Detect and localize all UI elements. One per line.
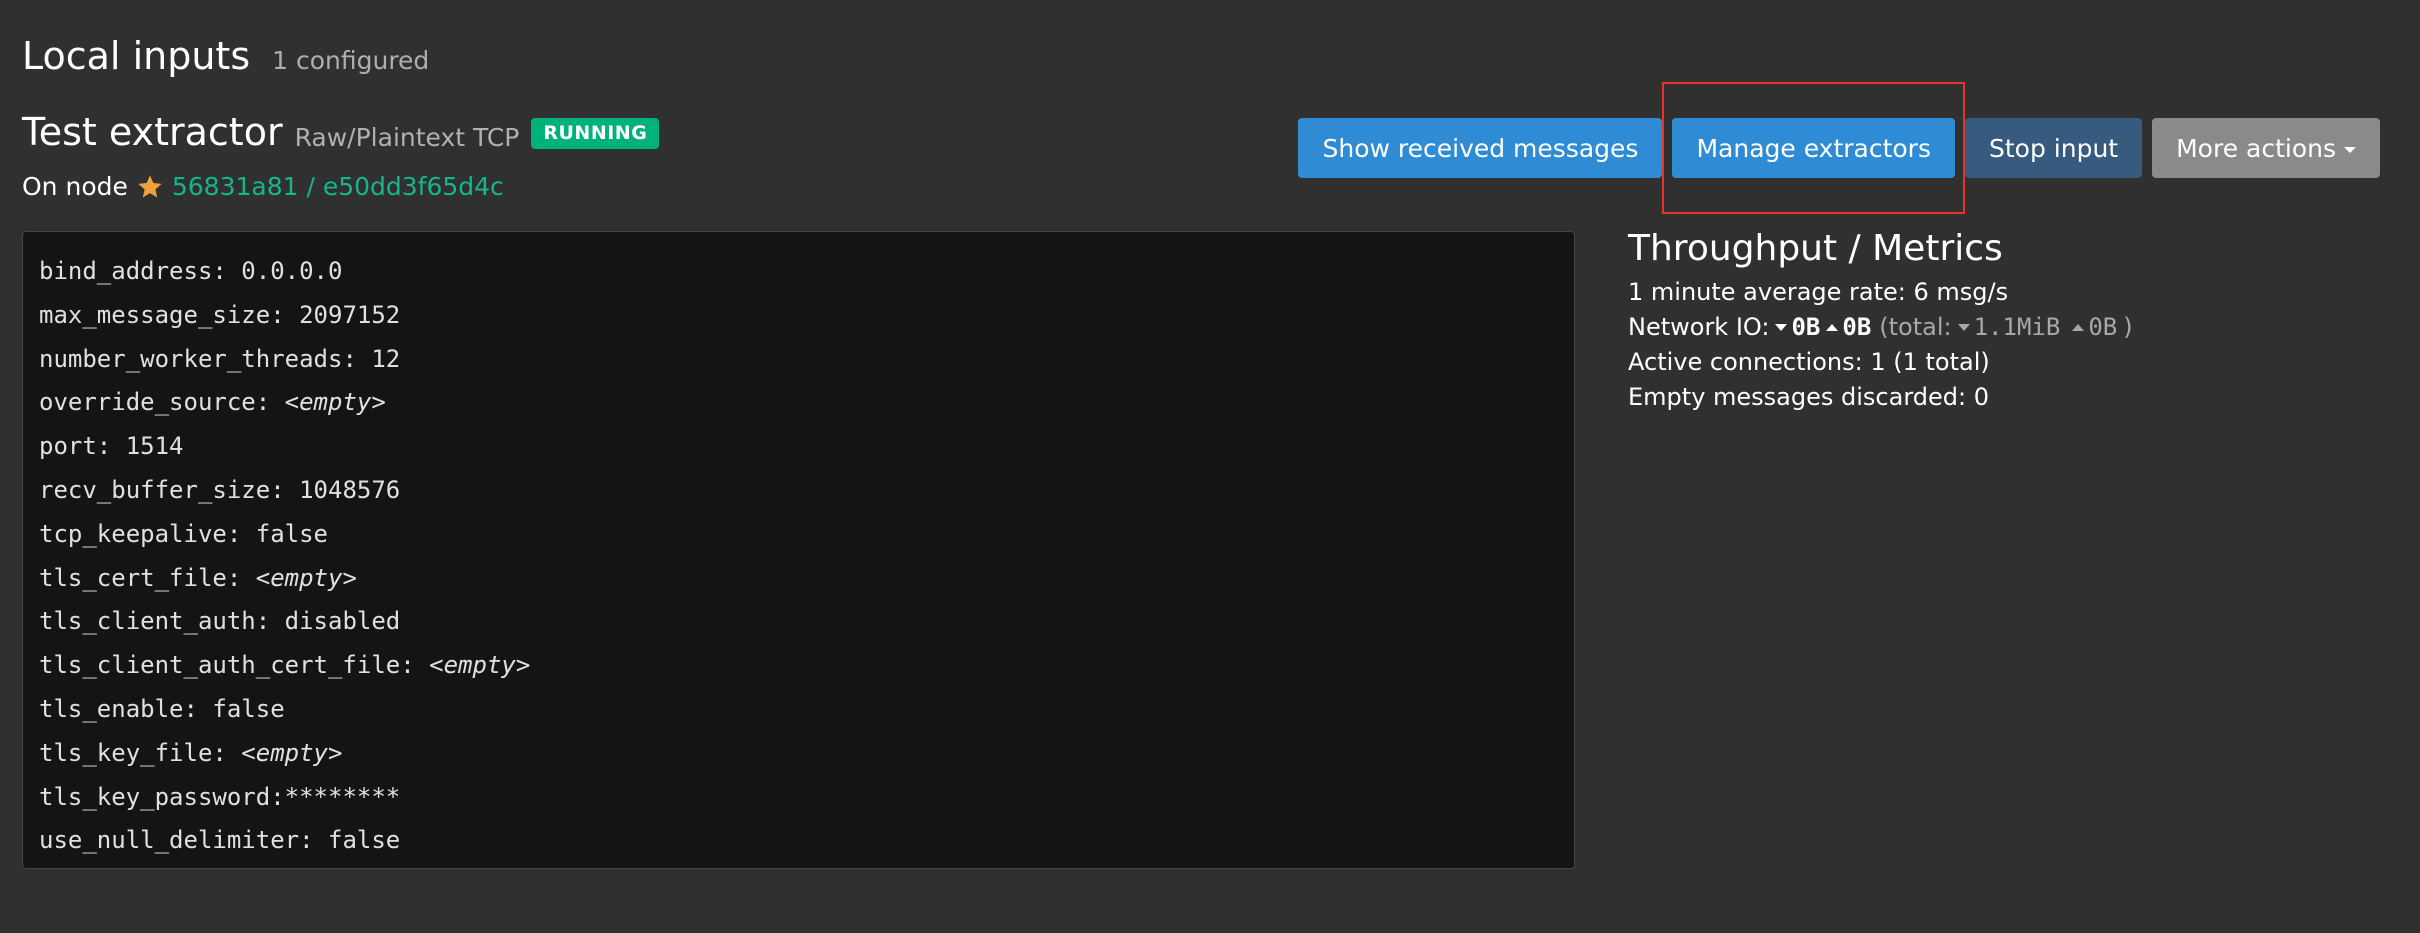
config-value: disabled [284,607,401,636]
input-type: Raw/Plaintext TCP [294,122,520,152]
config-value: 1048576 [299,475,401,504]
config-separator: : [342,344,372,373]
section-count: 1 configured [272,46,430,75]
config-line: tls_cert_file: <empty> [39,557,1558,601]
config-key: port [39,432,97,461]
arrow-up-icon [1826,324,1839,331]
config-key: tls_cert_file [39,563,227,592]
status-badge: RUNNING [531,117,660,149]
caret-down-icon [2344,147,2356,153]
config-line: tls_key_file: <empty> [39,732,1558,776]
config-value: ******** [284,782,401,811]
node-label: On node [22,172,128,201]
config-key: tls_client_auth_cert_file [39,651,401,680]
config-key: tls_enable [39,694,184,723]
network-io: Network IO: 0B 0B (total: 1.1MiB 0B ) [1628,310,2368,345]
input-configuration: bind_address: 0.0.0.0 max_message_size: 2… [22,231,1575,869]
active-connections: Active connections: 1 (1 total) [1628,348,1990,376]
config-line: max_message_size: 2097152 [39,294,1558,338]
config-key: tls_client_auth [39,607,256,636]
config-line: tls_enable: false [39,688,1558,732]
config-separator: : [270,300,300,329]
network-total-out: 0B [2088,313,2118,341]
section-header: Local inputs 1 configured [22,34,429,78]
config-value: 2097152 [299,300,401,329]
more-actions-button[interactable]: More actions [2152,118,2380,178]
config-key: tls_key_file [39,738,213,767]
manage-extractors-wrapper: Manage extractors [1662,82,1965,214]
config-separator: : [255,388,285,417]
config-key: bind_address [39,257,213,285]
config-value: 0.0.0.0 [241,257,343,285]
config-value: 1514 [125,432,184,461]
arrow-down-icon [1957,324,1970,331]
config-key: tls_key_password [39,782,271,811]
config-line: number_worker_threads: 12 [39,338,1558,382]
config-separator: : [270,475,300,504]
node-line: On node 56831a81 / e50dd3f65d4c [22,172,504,201]
config-line: use_null_delimiter: false [39,819,1558,863]
config-separator: : [96,432,126,461]
config-line: tcp_keepalive: false [39,513,1558,557]
config-key: override_source [39,388,256,417]
config-value: <empty> [284,388,386,417]
config-value: <empty> [255,563,357,592]
config-separator: : [299,826,328,855]
throughput-metrics: Throughput / Metrics 1 minute average ra… [1628,228,2368,415]
arrow-down-icon [1775,324,1788,331]
config-separator: : [270,782,285,811]
config-value: <empty> [429,651,531,680]
config-key: max_message_size [39,300,271,329]
arrow-up-icon [2072,324,2085,331]
input-header: Test extractor Raw/Plaintext TCP RUNNING [22,110,660,154]
config-key: tcp_keepalive [39,519,227,548]
network-total-close: ) [2123,313,2133,341]
config-value: false [255,519,328,548]
config-value: false [328,826,401,855]
metrics-title: Throughput / Metrics [1628,228,2003,269]
config-line: port: 1514 [39,425,1558,469]
config-key: use_null_delimiter [39,826,300,855]
config-line: tls_key_password:******** [39,776,1558,820]
config-value: false [212,694,285,723]
stop-input-button[interactable]: Stop input [1965,118,2143,178]
config-value: <empty> [241,738,343,767]
star-icon [136,173,164,201]
config-line: override_source: <empty> [39,381,1558,425]
config-value: 12 [371,344,401,373]
more-actions-label: More actions [2176,133,2336,163]
network-in-value: 0B [1791,313,1821,341]
config-separator: : [400,651,430,680]
config-key: number_worker_threads [39,344,343,373]
network-total-in: 1.1MiB [1973,313,2061,341]
node-link[interactable]: 56831a81 / e50dd3f65d4c [172,172,504,201]
config-separator: : [226,563,256,592]
page: Local inputs 1 configured Test extractor… [0,0,2420,933]
config-line: tls_client_auth: disabled [39,600,1558,644]
config-separator: : [226,519,256,548]
network-io-label: Network IO: [1628,313,1770,341]
input-title: Test extractor [22,110,283,154]
empty-messages-discarded: Empty messages discarded: 0 [1628,383,1989,411]
input-actions: Show received messages Manage extractors… [1298,82,2380,214]
section-title: Local inputs [22,34,251,78]
network-out-value: 0B [1842,313,1872,341]
config-key: recv_buffer_size [39,475,271,504]
config-separator: : [183,694,213,723]
config-separator: : [255,607,285,636]
config-separator: : [212,257,242,285]
network-total-open: (total: [1879,313,1952,341]
config-line: bind_address: 0.0.0.0 [39,250,1558,294]
show-received-messages-button[interactable]: Show received messages [1298,118,1663,178]
config-line: recv_buffer_size: 1048576 [39,469,1558,513]
average-rate: 1 minute average rate: 6 msg/s [1628,278,2009,306]
config-separator: : [212,738,242,767]
config-line: tls_client_auth_cert_file: <empty> [39,644,1558,688]
manage-extractors-button[interactable]: Manage extractors [1672,118,1955,178]
